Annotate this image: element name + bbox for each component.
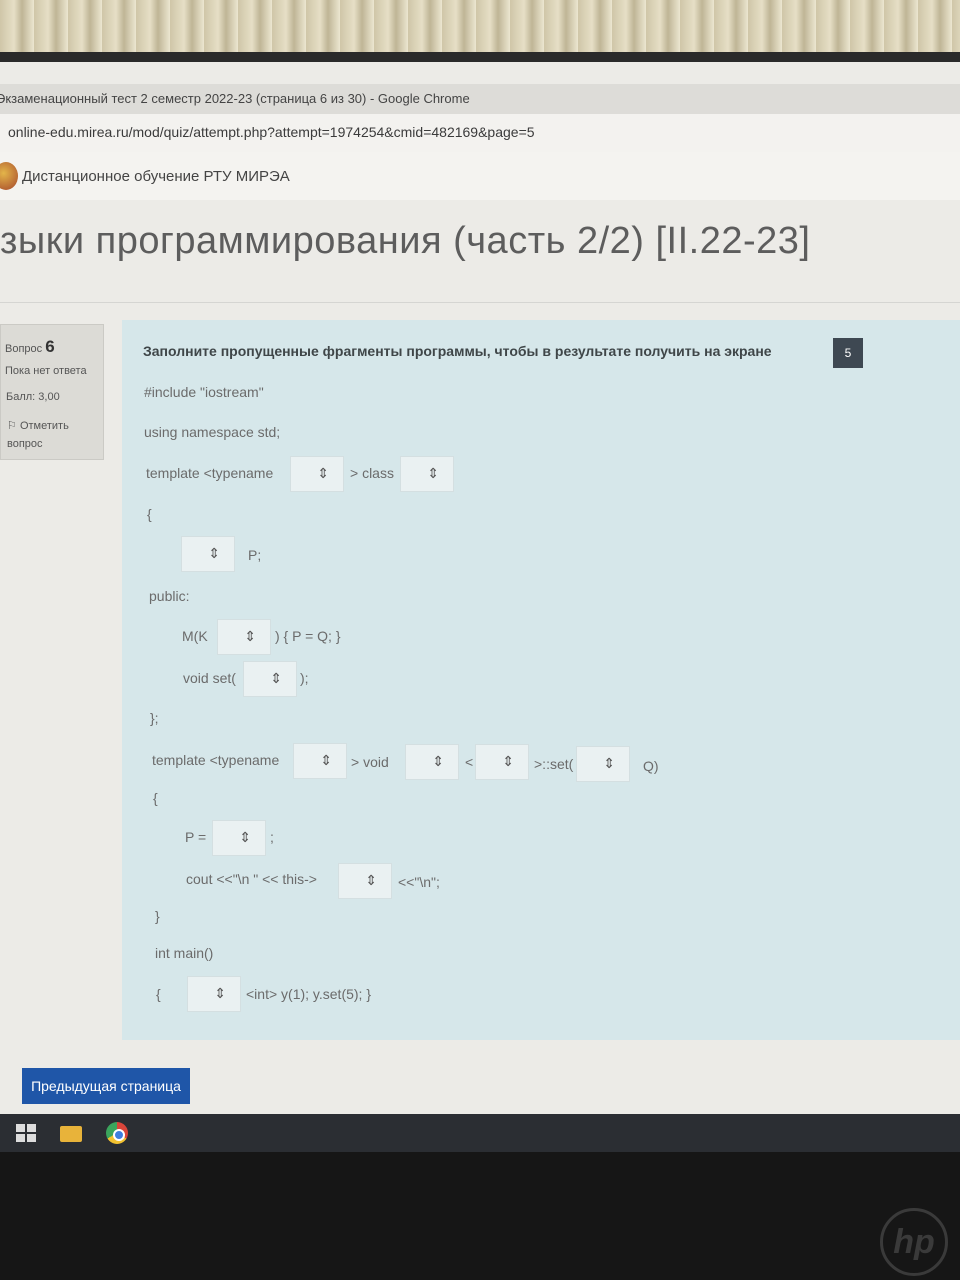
code-line: { bbox=[156, 986, 161, 1002]
code-line: template <typename bbox=[146, 465, 274, 481]
expected-output-badge: 5 bbox=[833, 338, 863, 368]
dropdown-select[interactable] bbox=[338, 863, 392, 899]
code-line: void set( bbox=[183, 670, 236, 686]
flag-icon: ⚐ bbox=[7, 420, 17, 432]
dropdown-select[interactable] bbox=[243, 661, 297, 697]
question-state: Пока нет ответа bbox=[5, 365, 87, 377]
question-number: Вопрос 6 bbox=[5, 337, 55, 357]
code-line: > class bbox=[350, 465, 394, 481]
code-line: template <typename bbox=[152, 752, 280, 768]
code-line: { bbox=[153, 790, 158, 806]
dropdown-select[interactable] bbox=[400, 456, 454, 492]
dropdown-select[interactable] bbox=[405, 744, 459, 780]
code-line: ); bbox=[300, 670, 309, 686]
screen: Экзаменационный тест 2 семестр 2022-23 (… bbox=[0, 62, 960, 1152]
code-line: P = bbox=[185, 829, 207, 845]
code-line: <int> y(1); y.set(5); } bbox=[246, 986, 372, 1002]
dropdown-select[interactable] bbox=[187, 976, 241, 1012]
chrome-icon[interactable] bbox=[104, 1120, 130, 1146]
windows-start-icon[interactable] bbox=[14, 1120, 40, 1146]
code-line: using namespace std; bbox=[144, 424, 281, 440]
code-line: } bbox=[155, 908, 160, 924]
window-titlebar: Экзаменационный тест 2 семестр 2022-23 (… bbox=[0, 84, 960, 114]
dropdown-select[interactable] bbox=[290, 456, 344, 492]
taskbar bbox=[0, 1114, 960, 1152]
code-line: { bbox=[147, 506, 152, 522]
dropdown-select[interactable] bbox=[212, 820, 266, 856]
code-line: #include "iostream" bbox=[144, 384, 264, 400]
site-logo-icon[interactable] bbox=[0, 162, 18, 190]
question-prompt: Заполните пропущенные фрагменты программ… bbox=[143, 343, 772, 359]
question-label: Вопрос bbox=[5, 343, 43, 355]
folder-icon[interactable] bbox=[58, 1120, 84, 1146]
monitor-bezel-bottom: hp bbox=[0, 1152, 960, 1280]
hp-logo: hp bbox=[880, 1208, 948, 1276]
code-line: ) { P = Q; } bbox=[275, 628, 341, 644]
code-line: > void bbox=[351, 754, 389, 770]
question-info: Вопрос 6 Пока нет ответа Балл: 3,00 ⚐ От… bbox=[0, 324, 104, 460]
dropdown-select[interactable] bbox=[576, 746, 630, 782]
flag-label-line1: Отметить bbox=[19, 420, 69, 432]
flag-question-link[interactable]: ⚐ Отметить вопрос bbox=[7, 417, 69, 453]
flag-label-line2: вопрос bbox=[7, 438, 43, 450]
code-line: P; bbox=[248, 547, 262, 563]
dropdown-select[interactable] bbox=[217, 619, 271, 655]
code-line: < bbox=[465, 754, 474, 770]
course-title: зыки программирования (часть 2/2) [II.22… bbox=[0, 220, 811, 262]
url-text[interactable]: online-edu.mirea.ru/mod/quiz/attempt.php… bbox=[8, 124, 535, 140]
code-line: M(K bbox=[182, 628, 208, 644]
code-line: <<"\n"; bbox=[398, 874, 440, 890]
question-content: Заполните пропущенные фрагменты программ… bbox=[122, 320, 960, 1040]
code-line: Q) bbox=[643, 758, 659, 774]
code-line: }; bbox=[150, 710, 159, 726]
question-number-value: 6 bbox=[45, 337, 55, 356]
site-header: Дистанционное обучение РТУ МИРЭА bbox=[0, 152, 960, 200]
dropdown-select[interactable] bbox=[293, 743, 347, 779]
address-bar[interactable]: online-edu.mirea.ru/mod/quiz/attempt.php… bbox=[0, 114, 960, 153]
previous-page-button[interactable]: Предыдущая страница bbox=[22, 1068, 190, 1104]
dropdown-select[interactable] bbox=[475, 744, 529, 780]
dropdown-select[interactable] bbox=[181, 536, 235, 572]
code-line: ; bbox=[270, 829, 274, 845]
divider bbox=[0, 302, 960, 303]
site-name-link[interactable]: Дистанционное обучение РТУ МИРЭА bbox=[22, 168, 290, 185]
question-mark: Балл: 3,00 bbox=[6, 391, 60, 403]
code-line: public: bbox=[149, 588, 190, 604]
code-line: cout <<"\n " << this-> bbox=[186, 871, 317, 887]
code-line: int main() bbox=[155, 945, 214, 961]
code-line: >::set( bbox=[534, 756, 574, 772]
window-title: Экзаменационный тест 2 семестр 2022-23 (… bbox=[0, 91, 470, 106]
